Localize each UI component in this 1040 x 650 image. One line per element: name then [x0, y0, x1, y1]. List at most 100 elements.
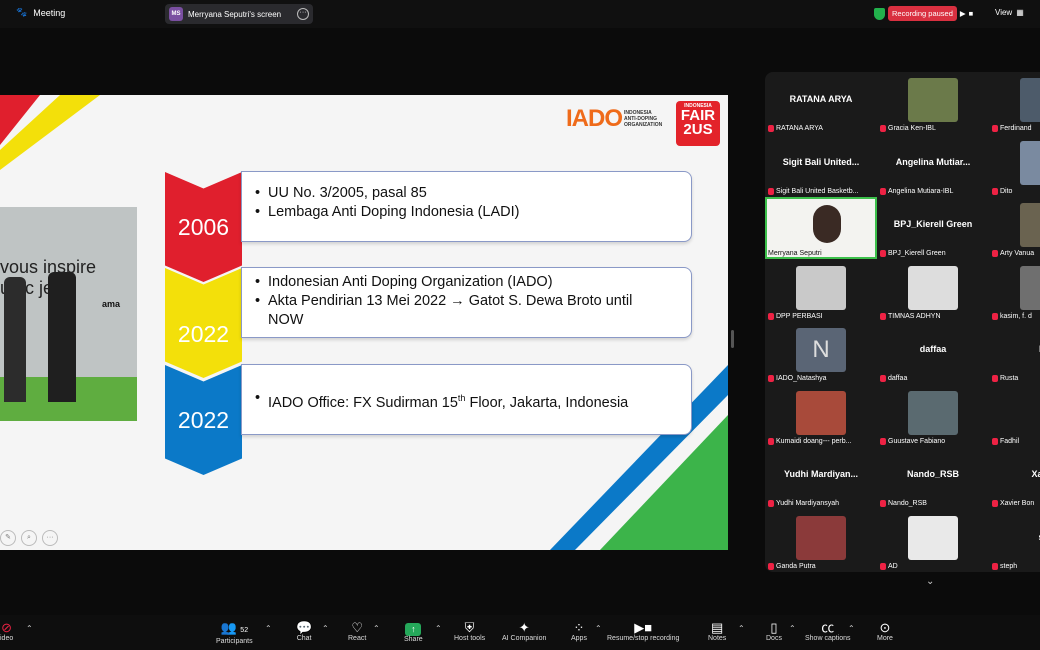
- more-button[interactable]: ⊙ More: [877, 620, 893, 642]
- chevron-up-icon[interactable]: ⌃: [848, 624, 855, 633]
- chevron-up-icon[interactable]: ⌃: [26, 624, 33, 633]
- app-title: 🐾 Meeting: [16, 7, 65, 18]
- sharer-avatar: MS: [169, 7, 183, 21]
- participant-tile[interactable]: Kumaidi doang--- perb...: [765, 385, 877, 447]
- participant-tile[interactable]: Sigit Bali United... Sigit Bali United Ba…: [765, 135, 877, 197]
- participant-tile[interactable]: TIMNAS ADHYN: [877, 260, 989, 322]
- participant-tile[interactable]: Ferdinand: [989, 72, 1040, 134]
- chat-icon: 💬: [296, 620, 313, 635]
- participant-tile[interactable]: Nando_RSB Nando_RSB: [877, 447, 989, 509]
- share-button[interactable]: ↑ Share: [404, 620, 423, 643]
- participant-tile[interactable]: BPJ_Kierell Green BPJ_Kierell Green: [877, 197, 989, 259]
- participant-label: Ferdinand: [1000, 125, 1032, 132]
- top-bar: 🐾 Meeting MS Merryana Seputri's screen ·…: [0, 0, 1040, 28]
- participant-label: Angelina Mutiara-IBL: [888, 187, 954, 195]
- participant-tile[interactable]: Guustave Fabiano: [877, 385, 989, 447]
- participant-name: Yudhi Mardiyan...: [783, 469, 858, 479]
- mic-muted-icon: [992, 375, 998, 382]
- participant-tile[interactable]: Angelina Mutiar... Angelina Mutiara-IBL: [877, 135, 989, 197]
- chevron-down-icon[interactable]: ⌄: [926, 576, 934, 587]
- react-button[interactable]: ♡ React: [348, 620, 366, 642]
- more-options-icon[interactable]: ···: [297, 8, 309, 20]
- mic-muted-icon: [768, 500, 774, 507]
- chevron-up-icon[interactable]: ⌃: [373, 624, 380, 633]
- avatar: [1020, 203, 1040, 247]
- timeline-box: UU No. 3/2005, pasal 85 Lembaga Anti Dop…: [241, 171, 692, 242]
- timeline-bullet: UU No. 3/2005, pasal 85: [252, 184, 671, 203]
- participants-count: 52: [240, 627, 249, 634]
- logo-main: IADO: [566, 105, 623, 132]
- participant-name: daffaa: [919, 344, 947, 354]
- view-menu[interactable]: View ▦: [995, 8, 1024, 17]
- year-chevron: 2006: [165, 172, 242, 282]
- docs-button[interactable]: ▯ Docs: [766, 620, 782, 642]
- participant-tile[interactable]: Merryana Seputri: [765, 197, 877, 259]
- award-photo: vous inspire ue c jeu? ama: [0, 207, 137, 421]
- participant-tile[interactable]: RATANA ARYA RATANA ARYA: [765, 72, 877, 134]
- video-label: ideo: [0, 635, 14, 642]
- stop-icon[interactable]: ■: [969, 9, 974, 18]
- apps-label: Apps: [571, 635, 587, 642]
- participant-tile[interactable]: AD: [877, 510, 989, 572]
- resume-play-icon[interactable]: ▶: [960, 9, 966, 18]
- more-label: More: [877, 635, 893, 642]
- screen-share-pill[interactable]: MS Merryana Seputri's screen ···: [165, 4, 313, 24]
- participant-tile[interactable]: Yudhi Mardiyan... Yudhi Mardiyansyah: [765, 447, 877, 509]
- video-button[interactable]: ⊘ ideo: [0, 620, 13, 642]
- participants-button[interactable]: 👥 52 Participants: [216, 620, 253, 645]
- participant-tile[interactable]: Arty Vanua: [989, 197, 1040, 259]
- chevron-up-icon[interactable]: ⌃: [738, 624, 745, 633]
- captions-button[interactable]: ㏄ Show captions: [805, 620, 851, 642]
- resize-handle[interactable]: [731, 330, 734, 348]
- person-silhouette: [48, 272, 76, 402]
- participant-tile[interactable]: N IADO_Natashya: [765, 322, 877, 384]
- chevron-up-icon[interactable]: ⌃: [435, 624, 442, 633]
- participant-label: IADO_Natashya: [776, 375, 827, 382]
- participant-label: steph: [1000, 562, 1018, 570]
- participant-label: BPJ_Kierell Green: [888, 250, 946, 257]
- mic-muted-icon: [992, 250, 998, 257]
- participant-tile[interactable]: kasim, f. d: [989, 260, 1040, 322]
- mic-muted-icon: [880, 500, 886, 507]
- participants-icon: 👥: [220, 620, 237, 635]
- zoom-icon[interactable]: ⌕: [21, 530, 37, 546]
- participant-tile[interactable]: ste steph: [989, 510, 1040, 572]
- participant-tile[interactable]: daffaa daffaa: [877, 322, 989, 384]
- mic-muted-icon: [880, 312, 886, 320]
- participant-tile[interactable]: Xavier Xavier Bon: [989, 447, 1040, 509]
- ai-companion-button[interactable]: ✦ AI Companion: [502, 620, 546, 642]
- mic-muted-icon: [992, 500, 998, 507]
- recording-label: Resume/stop recording: [607, 635, 680, 642]
- avatar: [813, 205, 841, 243]
- participant-label: daffaa: [888, 375, 908, 382]
- shared-screen: vous inspire ue c jeu? ama IADO INDONESI…: [0, 95, 728, 550]
- annotate-icon[interactable]: ✎: [0, 530, 16, 546]
- participant-label: Rusta: [1000, 375, 1019, 382]
- participant-tile[interactable]: Fa Fadhil: [989, 385, 1040, 447]
- participant-tile[interactable]: Dito: [989, 135, 1040, 197]
- share-label: Share: [404, 636, 423, 643]
- chevron-up-icon[interactable]: ⌃: [789, 624, 796, 633]
- participant-gallery: RATANA ARYA RATANA ARYA Gracia Ken-IBL Ferd…: [765, 72, 1040, 572]
- participant-tile[interactable]: Gracia Ken-IBL: [877, 72, 989, 134]
- participant-tile[interactable]: Ru Rusta: [989, 322, 1040, 384]
- notes-button[interactable]: ▤ Notes: [708, 620, 726, 642]
- chevron-up-icon[interactable]: ⌃: [322, 624, 329, 633]
- mic-muted-icon: [992, 187, 998, 195]
- ai-companion-label: AI Companion: [502, 635, 547, 642]
- host-tools-button[interactable]: ⛨ Host tools: [454, 620, 485, 642]
- more-icon[interactable]: ···: [42, 530, 58, 546]
- mic-muted-icon: [880, 125, 886, 132]
- chat-button[interactable]: 💬 Chat: [296, 620, 312, 642]
- avatar: N: [796, 328, 846, 372]
- chevron-up-icon[interactable]: ⌃: [595, 624, 602, 633]
- apps-button[interactable]: ⁘ Apps: [571, 620, 587, 642]
- participant-tile[interactable]: Ganda Putra: [765, 510, 877, 572]
- chevron-up-icon[interactable]: ⌃: [265, 624, 272, 633]
- avatar: [1020, 140, 1040, 185]
- recording-button[interactable]: ▶■ Resume/stop recording: [607, 620, 679, 642]
- avatar: [908, 390, 958, 435]
- apps-icon: ⁘: [573, 620, 585, 635]
- participant-tile[interactable]: DPP PERBASI: [765, 260, 877, 322]
- participant-label: DPP PERBASI: [776, 312, 823, 320]
